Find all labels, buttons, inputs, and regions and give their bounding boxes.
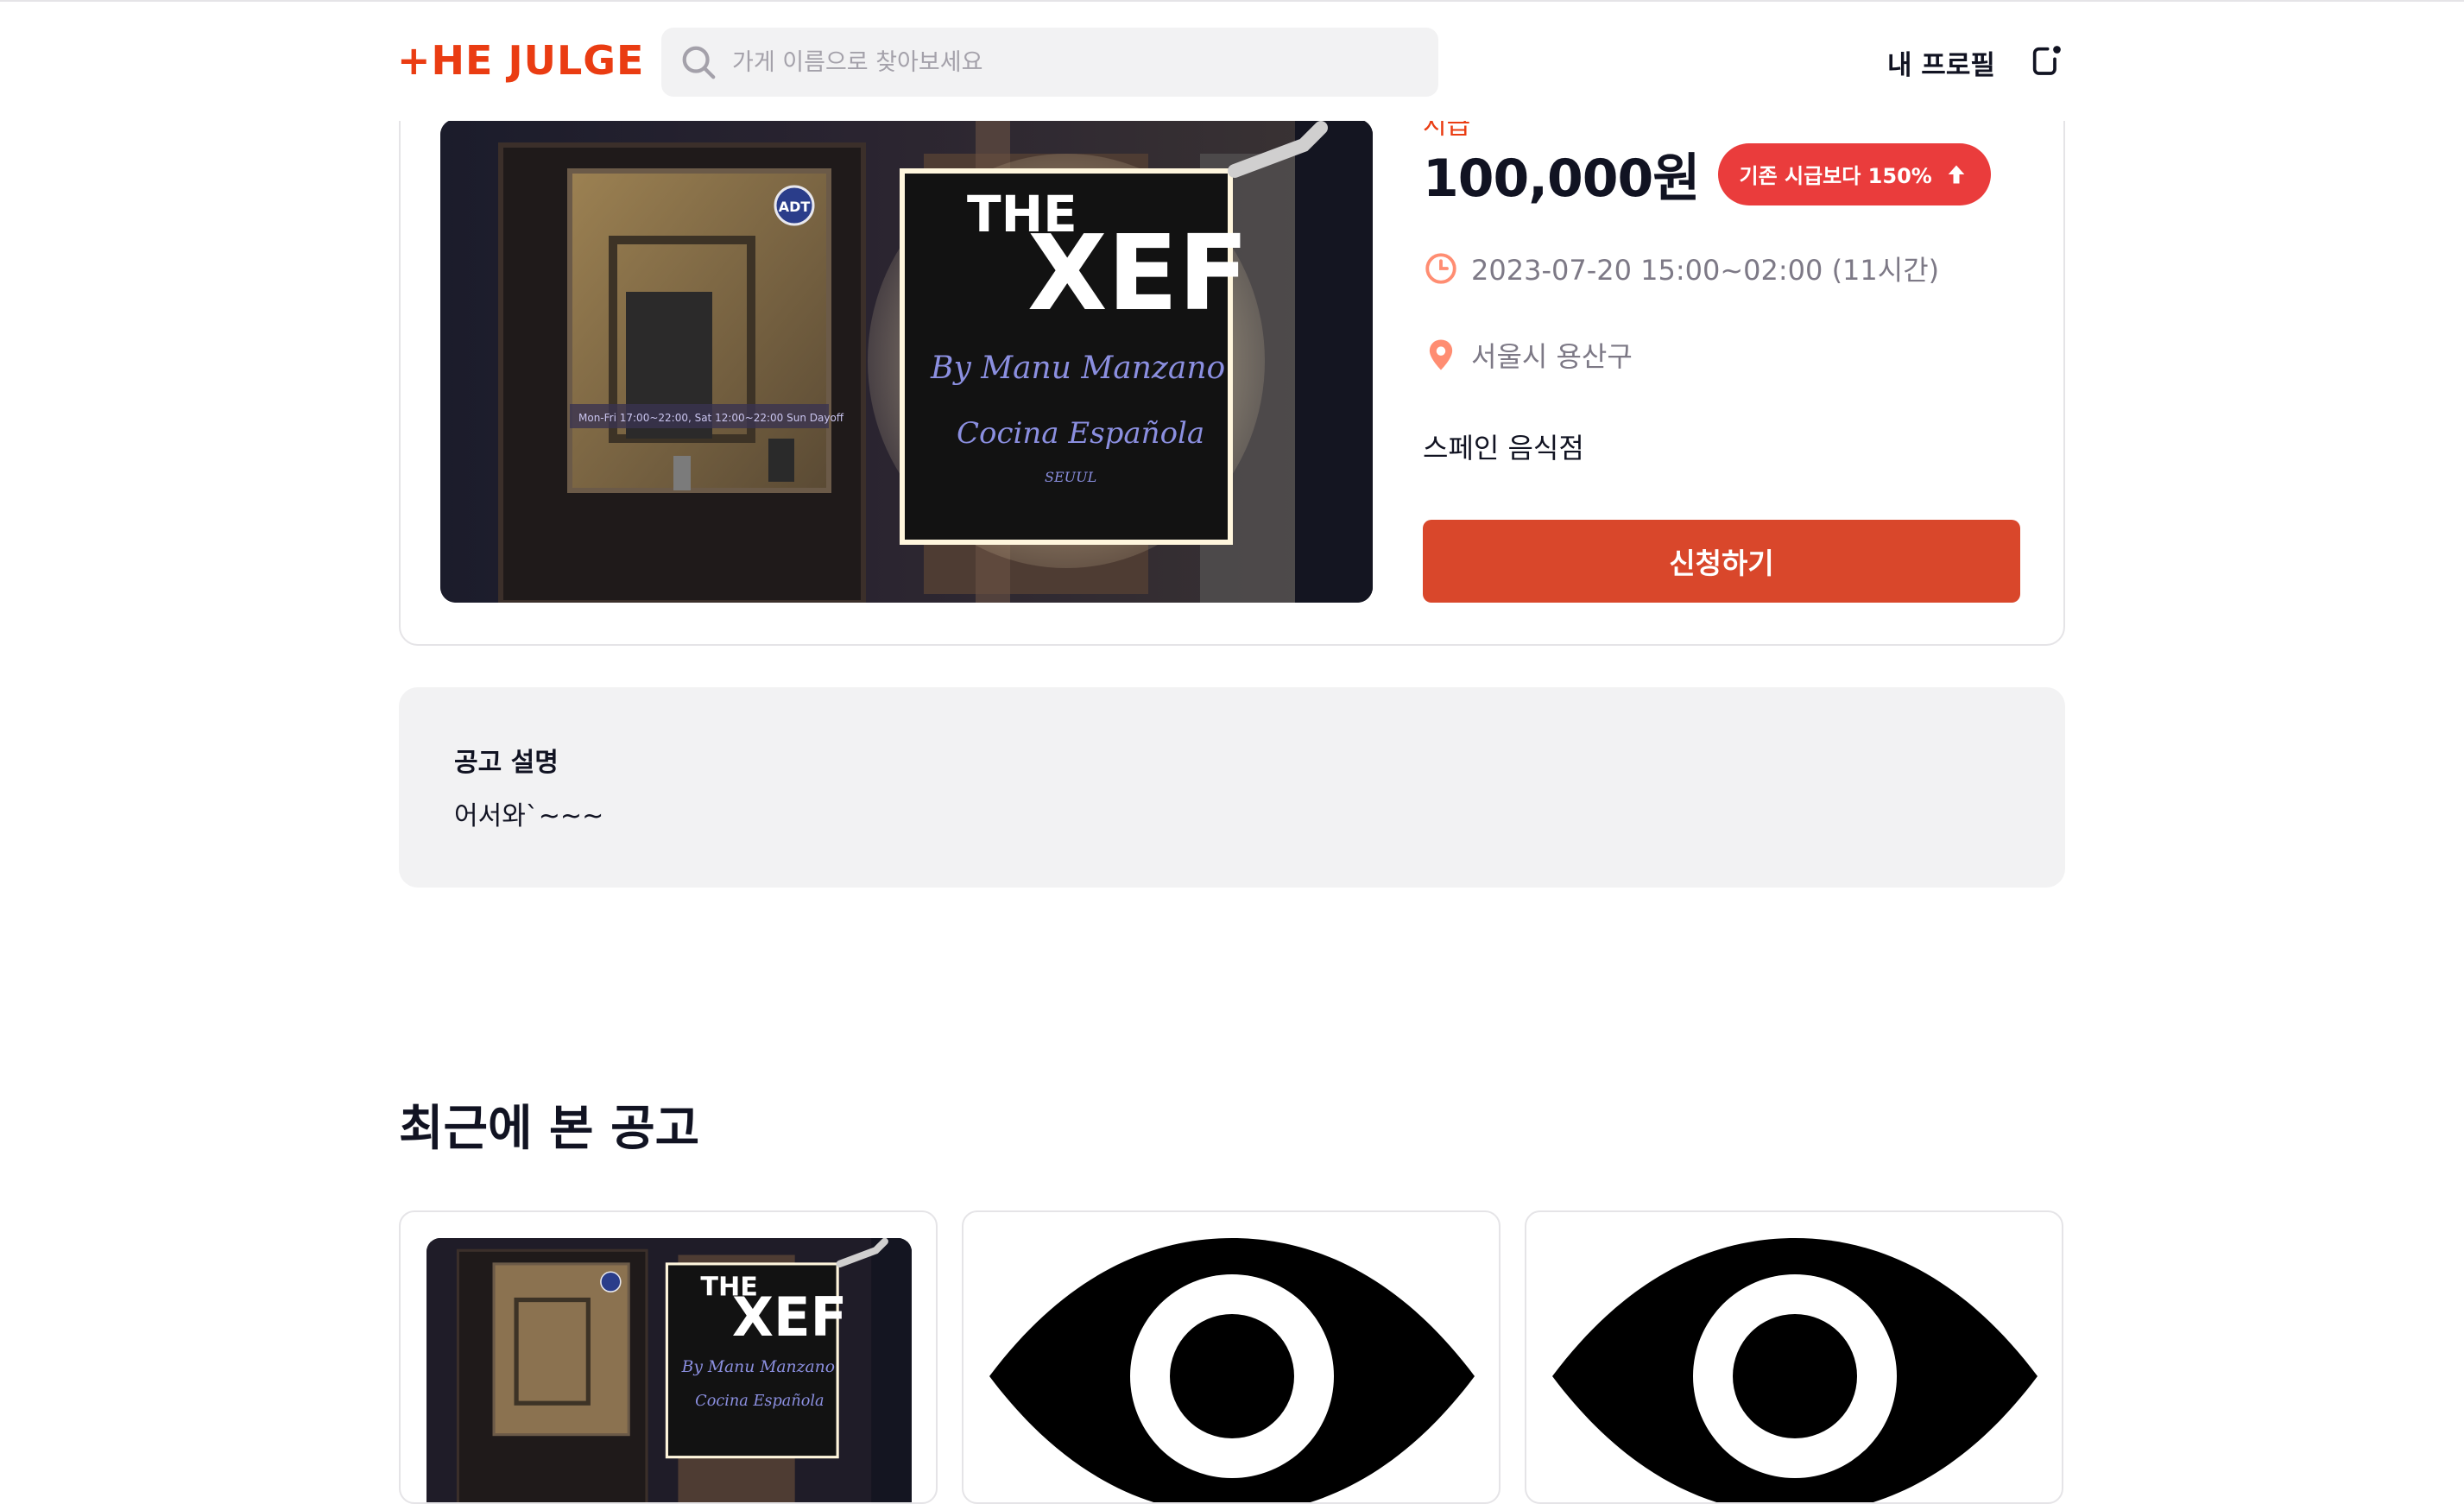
work-time-row: 2023-07-20 15:00~02:00 (11시간) — [1423, 249, 1939, 288]
arrow-up-icon — [1944, 162, 1968, 186]
eye-icon — [989, 1238, 1475, 1504]
work-time-text: 2023-07-20 15:00~02:00 (11시간) — [1471, 249, 1939, 288]
thumb-sign-by: By Manu Manzano — [681, 1358, 835, 1376]
clock-icon — [1423, 250, 1459, 287]
location-row: 서울시 용산구 — [1423, 335, 1633, 375]
eye-icon — [1552, 1238, 2038, 1504]
shop-description: 스페인 음식점 — [1423, 427, 1584, 466]
store-photo: ADT Mon-Fri 17:00~22:00, Sat 12:00~22:00… — [440, 119, 1373, 603]
sign-sub-text: Cocina Española — [957, 416, 1204, 451]
wage-amount: 100,000원 — [1423, 136, 1699, 212]
sign-by-text: By Manu Manzano — [930, 351, 1225, 386]
apply-button[interactable]: 신청하기 — [1423, 520, 2020, 603]
sign-city-text: SEUUL — [1045, 469, 1096, 485]
notification-icon[interactable] — [2029, 43, 2063, 78]
header: +HE JULGE 내 프로필 — [0, 2, 2464, 121]
search-input[interactable] — [732, 36, 1406, 88]
recent-post-card[interactable]: THE XEF By Manu Manzano Cocina Española — [399, 1210, 938, 1504]
sign-title-big: XEF — [1027, 214, 1248, 334]
wage-increase-badge: 기존 시급보다 150% — [1718, 143, 1990, 205]
wage-badge-label: 기존 시급보다 150% — [1739, 159, 1931, 189]
location-pin-icon — [1423, 337, 1459, 373]
search-icon — [679, 42, 718, 82]
door-badge-text: ADT — [779, 199, 811, 215]
nav-my-profile[interactable]: 내 프로필 — [1887, 41, 1995, 83]
recent-post-card[interactable] — [1525, 1210, 2063, 1504]
thumb-sign-sub: Cocina Española — [695, 1393, 824, 1410]
post-description-box: 공고 설명 어서와`~~~ — [399, 687, 2065, 888]
recent-post-thumbnail — [989, 1238, 1475, 1504]
recent-post-thumbnail: THE XEF By Manu Manzano Cocina Española — [426, 1238, 912, 1504]
wage-row: 100,000원 기존 시급보다 150% — [1423, 136, 1991, 212]
post-description-body: 어서와`~~~ — [454, 794, 603, 832]
post-description-title: 공고 설명 — [454, 741, 559, 779]
door-hours-text: Mon-Fri 17:00~22:00, Sat 12:00~22:00 Sun… — [578, 412, 844, 424]
recent-posts-title: 최근에 본 공고 — [399, 1090, 699, 1160]
recent-post-thumbnail — [1552, 1238, 2038, 1504]
search-bar[interactable] — [661, 28, 1438, 97]
recent-post-card[interactable] — [962, 1210, 1501, 1504]
logo[interactable]: +HE JULGE — [397, 35, 644, 86]
thumb-sign-title-big: XEF — [732, 1286, 847, 1349]
location-text: 서울시 용산구 — [1471, 335, 1633, 375]
